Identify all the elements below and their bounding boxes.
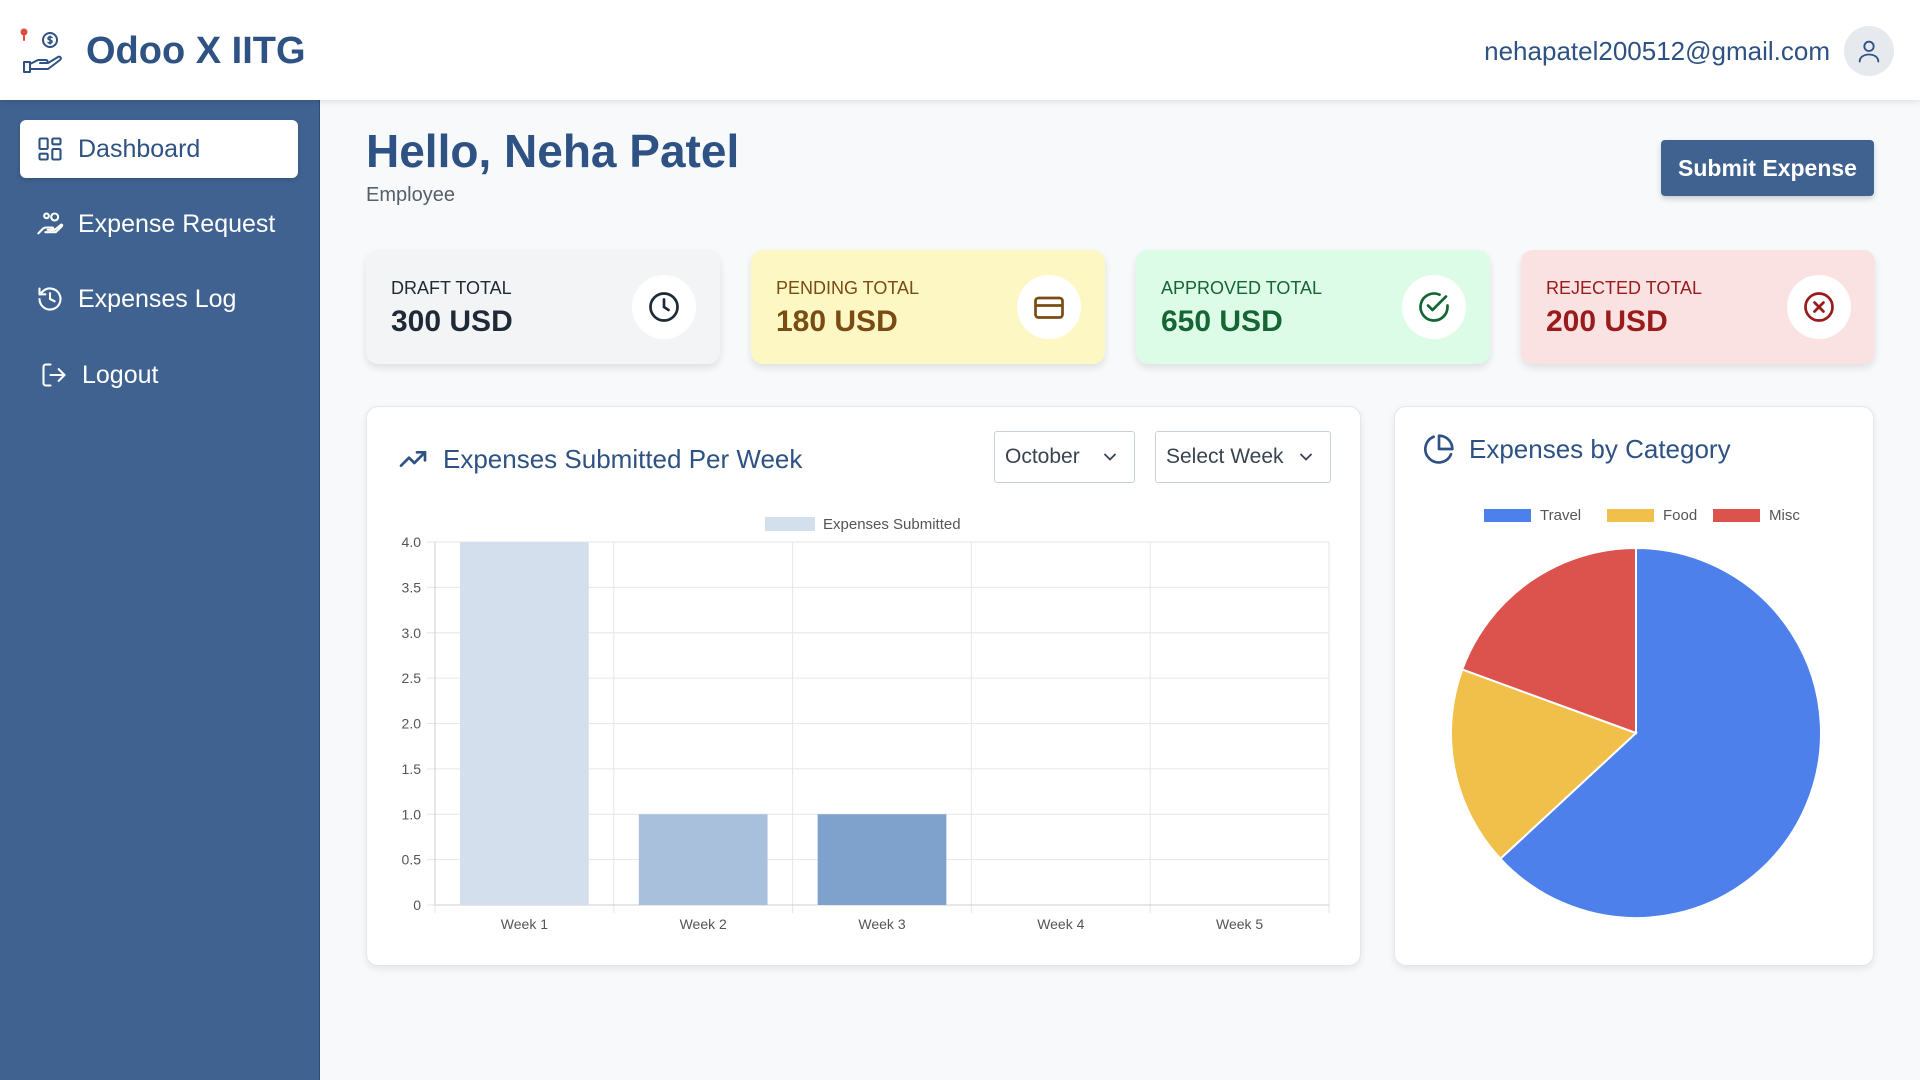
y-tick-label: 3.0 bbox=[402, 625, 422, 641]
user-email: nehapatel200512@gmail.com bbox=[1484, 36, 1830, 66]
sidebar-item-logout[interactable]: Logout bbox=[20, 346, 298, 404]
stat-label: REJECTED TOTAL bbox=[1546, 278, 1703, 298]
bar-week-1 bbox=[460, 542, 589, 905]
sidebar: Dashboard Expense Request Expenses Log L… bbox=[0, 100, 320, 1080]
y-tick-label: 2.5 bbox=[402, 670, 422, 686]
stat-label: DRAFT TOTAL bbox=[391, 278, 512, 298]
y-tick-label: 1.5 bbox=[402, 761, 422, 777]
stat-label: PENDING TOTAL bbox=[776, 278, 920, 298]
y-tick-label: 0.5 bbox=[402, 852, 422, 868]
x-tick-label: Week 3 bbox=[858, 916, 905, 932]
stat-card-pending: PENDING TOTAL 180 USD bbox=[751, 250, 1105, 364]
user-icon bbox=[1858, 40, 1880, 63]
sidebar-item-expenses-log[interactable]: Expenses Log bbox=[20, 270, 298, 328]
stat-value: 200 USD bbox=[1546, 305, 1668, 338]
sidebar-item-label: Dashboard bbox=[78, 134, 201, 163]
stat-value: 650 USD bbox=[1161, 305, 1283, 338]
stat-value: 300 USD bbox=[391, 305, 513, 338]
y-tick-label: 2.0 bbox=[402, 716, 422, 732]
chart-legend: Travel Food Misc bbox=[1484, 507, 1800, 524]
user-avatar[interactable] bbox=[1844, 26, 1894, 76]
brand[interactable]: Odoo X IITG bbox=[20, 26, 306, 76]
stat-card-draft: DRAFT TOTAL 300 USD bbox=[366, 250, 720, 364]
category-expenses-card: Expenses by Category Travel Food Misc bbox=[1394, 406, 1874, 966]
weekly-expenses-card: Expenses Submitted Per Week October Sele… bbox=[366, 406, 1361, 966]
sidebar-item-label: Expense Request bbox=[78, 209, 276, 238]
legend-swatch-misc bbox=[1713, 509, 1760, 522]
chart-legend: Expenses Submitted bbox=[765, 516, 961, 533]
legend-label-misc: Misc bbox=[1769, 507, 1800, 524]
legend-label-food: Food bbox=[1663, 507, 1697, 524]
brand-name: Odoo X IITG bbox=[86, 29, 306, 72]
hand-coins-icon bbox=[36, 210, 64, 238]
legend-label: Expenses Submitted bbox=[823, 516, 961, 533]
sidebar-item-label: Logout bbox=[82, 360, 159, 389]
weekly-bar-chart: Expenses Submitted 0 0.5 1.0 1.5 2.0 2.5 3.0 3.5… bbox=[402, 516, 1330, 932]
stat-value: 180 USD bbox=[776, 305, 898, 338]
y-tick-label: 3.5 bbox=[402, 579, 422, 595]
top-header: Odoo X IITG nehapatel200512@gmail.com bbox=[0, 0, 1920, 100]
legend-label-travel: Travel bbox=[1540, 507, 1581, 524]
category-pie-chart: Travel Food Misc bbox=[1450, 507, 1822, 919]
submit-expense-button[interactable]: Submit Expense bbox=[1661, 140, 1874, 196]
stat-label: APPROVED TOTAL bbox=[1161, 278, 1323, 298]
bar-week-3 bbox=[817, 814, 947, 905]
x-tick-label: Week 5 bbox=[1216, 916, 1263, 932]
user-role: Employee bbox=[366, 184, 455, 206]
sidebar-item-label: Expenses Log bbox=[78, 284, 237, 313]
legend-swatch bbox=[765, 517, 815, 531]
x-circle-icon bbox=[1787, 275, 1851, 339]
hand-dollar-logo-icon bbox=[20, 28, 62, 73]
y-tick-label: 4.0 bbox=[402, 534, 422, 550]
sidebar-item-dashboard[interactable]: Dashboard bbox=[20, 120, 298, 178]
dashboard-icon bbox=[36, 135, 64, 163]
logout-icon bbox=[40, 361, 68, 389]
history-icon bbox=[36, 285, 64, 313]
x-tick-label: Week 4 bbox=[1037, 916, 1084, 932]
x-tick-label: Week 1 bbox=[501, 916, 548, 932]
stat-card-rejected: REJECTED TOTAL 200 USD bbox=[1521, 250, 1875, 364]
credit-card-icon bbox=[1017, 275, 1081, 339]
sidebar-item-expense-request[interactable]: Expense Request bbox=[20, 195, 298, 253]
stat-card-approved: APPROVED TOTAL 650 USD bbox=[1136, 250, 1490, 364]
y-tick-label: 1.0 bbox=[402, 806, 422, 822]
check-circle-icon bbox=[1402, 275, 1466, 339]
clock-icon bbox=[632, 275, 696, 339]
legend-swatch-food bbox=[1607, 509, 1654, 522]
y-tick-label: 0 bbox=[413, 897, 421, 913]
legend-swatch-travel bbox=[1484, 509, 1531, 522]
x-tick-label: Week 2 bbox=[680, 916, 727, 932]
page-title: Hello, Neha Patel bbox=[366, 125, 740, 177]
bar-week-2 bbox=[638, 814, 768, 905]
